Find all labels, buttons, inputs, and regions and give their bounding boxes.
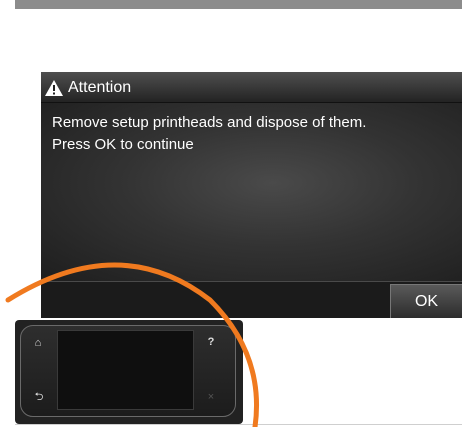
control-panel-display [57,330,194,410]
page: Attention Remove setup printheads and di… [0,0,462,427]
help-icon[interactable]: ? [204,335,218,349]
inset-divider-line [15,424,462,425]
dialog-title: Attention [68,79,132,96]
home-icon[interactable]: ⌂ [31,336,45,350]
dialog-message-line-1: Remove setup printheads and dispose of t… [52,114,367,131]
dialog-title-bar: Attention [41,72,462,103]
dialog-message-line-2: Press OK to continue [52,136,194,153]
back-icon[interactable]: ⮌ [32,390,46,404]
warning-icon [45,80,63,96]
top-divider-bar [15,0,462,9]
close-icon[interactable]: × [204,390,218,404]
ok-button[interactable]: OK [390,284,462,318]
front-panel-screen: Attention Remove setup printheads and di… [41,72,462,318]
